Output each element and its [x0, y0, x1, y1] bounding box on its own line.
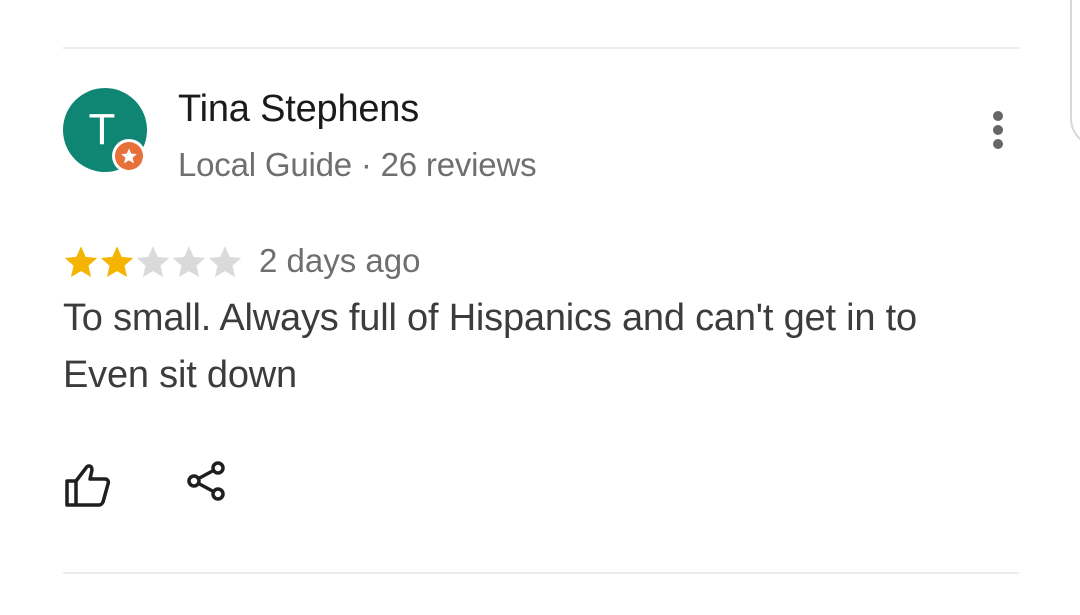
more-vert-icon-dot [993, 125, 1003, 135]
more-vert-icon [993, 111, 1003, 121]
share-button[interactable] [186, 460, 228, 502]
like-button[interactable] [62, 462, 112, 508]
more-options-button[interactable] [978, 108, 1018, 152]
more-vert-icon-dot [993, 139, 1003, 149]
share-icon [187, 461, 225, 501]
star-filled-icon [100, 246, 134, 277]
divider-bottom [63, 572, 1019, 574]
author-name[interactable]: Tina Stephens [178, 88, 419, 131]
review-text: To small. Always full of Hispanics and c… [63, 297, 917, 396]
star-empty-icon [208, 246, 242, 277]
star-empty-icon [172, 246, 206, 277]
star-empty-icon [136, 246, 170, 277]
screen-edge-frame [1070, 0, 1080, 148]
star-rating [63, 244, 243, 280]
review-time: 2 days ago [259, 242, 421, 279]
star-filled-icon [64, 246, 98, 277]
thumb-up-icon [65, 464, 111, 507]
author-meta: Local Guide · 26 reviews [178, 146, 537, 183]
local-guide-badge [112, 139, 146, 173]
star-badge-icon [121, 148, 137, 164]
divider-top [63, 47, 1019, 49]
